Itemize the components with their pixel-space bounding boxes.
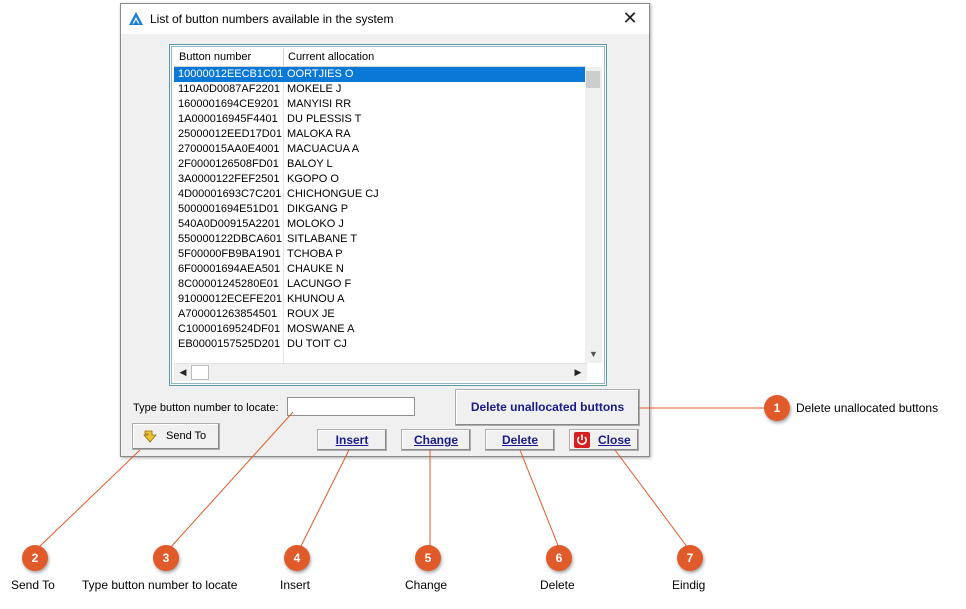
callout-badge-2: 2: [22, 545, 48, 571]
callout-badge-4: 4: [284, 545, 310, 571]
callout-text-5: Change: [405, 578, 448, 592]
callout-text-1: Delete unallocated buttons: [796, 401, 939, 415]
callout-text-6: Delete: [540, 578, 575, 592]
callout-text-7: Eindig: [672, 578, 706, 592]
callout-badge-6: 6: [546, 545, 572, 571]
callout-badge-5: 5: [415, 545, 441, 571]
callout-badge-7: 7: [677, 545, 703, 571]
callout-badge-3: 3: [153, 545, 179, 571]
callout-text-4: Insert: [280, 578, 311, 592]
callout-text-2: Send To: [11, 578, 55, 592]
callout-badge-1: 1: [764, 395, 790, 421]
callout-text-3: Type button number to locate: [82, 578, 238, 592]
callout-connectors: [37, 407, 764, 549]
